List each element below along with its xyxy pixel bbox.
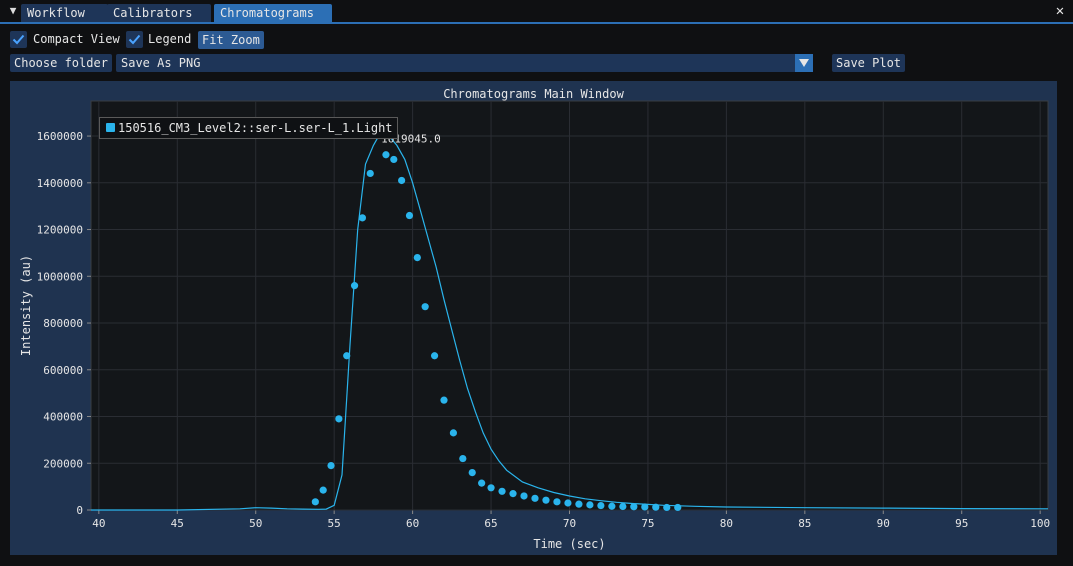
checkmark-icon — [12, 34, 25, 45]
data-point — [405, 211, 414, 220]
data-point — [421, 303, 429, 311]
data-point — [478, 479, 486, 487]
y-tick-label: 1600000 — [37, 130, 83, 143]
data-point — [366, 169, 374, 178]
y-tick-label: 0 — [76, 504, 83, 517]
y-tick-label: 800000 — [43, 317, 83, 330]
y-tick-label: 200000 — [43, 457, 83, 470]
save-format-select[interactable]: Save As PNG — [116, 54, 813, 72]
data-point — [449, 429, 458, 437]
data-point — [390, 155, 398, 164]
data-point — [652, 503, 660, 511]
x-tick-label: 80 — [720, 517, 733, 530]
legend-label: Legend — [148, 32, 192, 46]
y-tick-label: 400000 — [43, 411, 83, 424]
tab-calibrators[interactable]: Calibrators — [107, 4, 211, 22]
x-tick-label: 75 — [641, 517, 654, 530]
data-point — [459, 454, 467, 463]
plot-legend[interactable]: 150516_CM3_Level2::ser-L.ser-L_1.Light — [99, 117, 398, 139]
x-axis-label: Time (sec) — [533, 537, 605, 551]
y-tick-label: 600000 — [43, 364, 83, 377]
data-point — [413, 253, 421, 262]
x-tick-label: 45 — [171, 517, 184, 530]
data-point — [498, 487, 506, 495]
x-tick-label: 55 — [328, 517, 341, 530]
data-point — [343, 352, 351, 360]
x-tick-label: 40 — [92, 517, 105, 530]
x-tick-label: 65 — [484, 517, 497, 530]
compact-view-label: Compact View — [33, 32, 120, 46]
data-point — [542, 496, 550, 504]
fit-zoom-button[interactable]: Fit Zoom — [198, 31, 264, 49]
y-tick-label: 1000000 — [37, 270, 83, 283]
x-tick-label: 50 — [249, 517, 262, 530]
tab-label: Chromatograms — [220, 6, 314, 20]
y-axis-label: Intensity (au) — [19, 255, 33, 356]
checkmark-icon — [128, 34, 141, 45]
legend-swatch — [106, 123, 115, 132]
data-point — [335, 415, 343, 423]
data-point — [430, 352, 439, 360]
tab-label: Calibrators — [113, 6, 193, 20]
data-point — [674, 503, 682, 512]
y-tick-label: 1200000 — [37, 224, 83, 237]
data-point — [509, 490, 517, 498]
data-point — [311, 498, 319, 506]
data-point — [358, 214, 367, 222]
y-tick-label: 1400000 — [37, 177, 83, 190]
tab-bar: ▼ Workflow Calibrators Chromatograms ✕ — [0, 0, 1073, 24]
data-point — [319, 486, 327, 494]
close-icon[interactable]: ✕ — [1053, 3, 1067, 19]
data-point — [327, 461, 335, 470]
data-point — [487, 484, 495, 492]
data-point — [531, 494, 539, 502]
triangle-down-icon[interactable]: ▼ — [6, 4, 20, 18]
legend-checkbox[interactable] — [126, 31, 143, 48]
tab-workflow[interactable]: Workflow — [21, 4, 108, 22]
data-point — [586, 501, 594, 509]
data-point — [641, 503, 649, 511]
data-point — [575, 500, 583, 508]
data-point — [382, 151, 390, 159]
choose-folder-button[interactable]: Choose folder — [10, 54, 112, 72]
save-format-value: Save As PNG — [121, 56, 201, 70]
legend-entry-label: 150516_CM3_Level2::ser-L.ser-L_1.Light — [118, 121, 393, 135]
compact-view-checkbox[interactable] — [10, 31, 27, 48]
data-point — [663, 503, 671, 512]
tab-label: Workflow — [27, 6, 85, 20]
data-point — [630, 503, 638, 511]
tab-chromatograms[interactable]: Chromatograms — [214, 4, 332, 22]
x-tick-label: 85 — [798, 517, 811, 530]
data-point — [597, 501, 605, 510]
x-tick-label: 95 — [955, 517, 968, 530]
x-tick-label: 60 — [406, 517, 419, 530]
data-point — [440, 396, 448, 404]
data-point — [619, 502, 627, 511]
x-tick-label: 100 — [1030, 517, 1050, 530]
plot-window: Chromatograms Main Window 40 45 50 55 60 65 70… — [10, 81, 1057, 555]
data-point — [398, 176, 406, 185]
data-point — [564, 499, 572, 507]
data-point — [608, 502, 616, 510]
data-point — [553, 498, 561, 506]
data-point — [468, 469, 476, 477]
data-point — [350, 282, 359, 290]
x-tick-label: 70 — [563, 517, 576, 530]
chromatogram-plot[interactable]: 40 45 50 55 60 65 70 75 80 85 90 95 100 0 200000 400000… — [10, 81, 1057, 555]
data-point — [520, 492, 528, 500]
save-plot-button[interactable]: Save Plot — [832, 54, 906, 72]
x-tick-label: 90 — [877, 517, 890, 530]
chevron-down-icon[interactable] — [795, 54, 813, 72]
